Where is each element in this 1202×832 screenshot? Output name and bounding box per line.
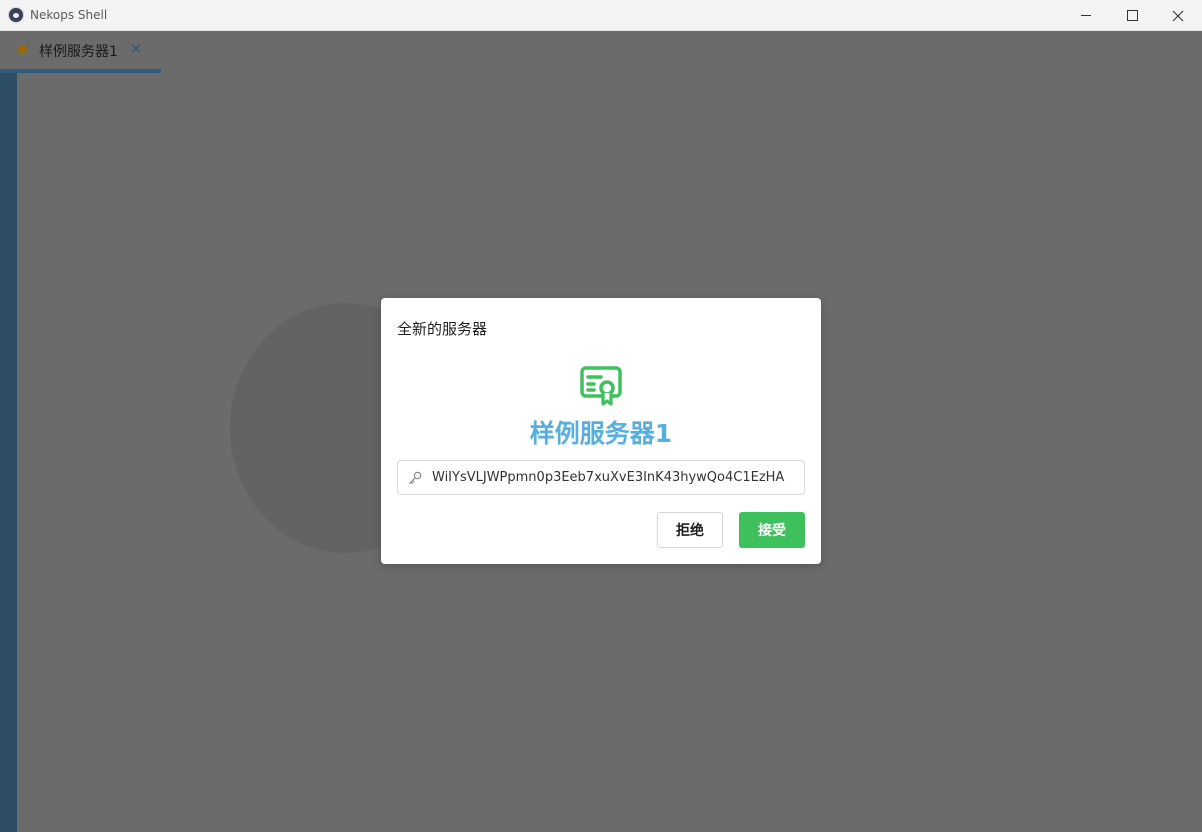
key-icon	[408, 471, 422, 485]
server-name: 样例服务器1	[529, 419, 673, 448]
tab-close-icon[interactable]: ✕	[129, 40, 143, 58]
reject-button[interactable]: 拒绝	[657, 512, 723, 548]
app-logo-icon	[8, 7, 24, 23]
connection-status-dot	[18, 45, 27, 54]
fingerprint-field[interactable]: WiIYsVLJWPpmn0p3Eeb7xuXvE3InK43hywQo4C1E…	[397, 460, 805, 495]
accept-button[interactable]: 接受	[739, 512, 805, 548]
minimize-button[interactable]	[1063, 0, 1109, 31]
maximize-icon	[1126, 10, 1138, 21]
dialog-title: 全新的服务器	[397, 320, 488, 338]
close-icon	[1172, 10, 1184, 21]
tab-label: 样例服务器1	[39, 44, 118, 60]
sidebar-strip	[0, 73, 17, 832]
certificate-icon	[580, 366, 622, 406]
fingerprint-value: WiIYsVLJWPpmn0p3Eeb7xuXvE3InK43hywQo4C1E…	[432, 470, 785, 485]
minimize-icon	[1081, 15, 1091, 16]
window-title: Nekops Shell	[30, 8, 108, 22]
title-bar: Nekops Shell	[0, 0, 1202, 31]
active-tab-indicator	[0, 69, 161, 73]
close-window-button[interactable]	[1155, 0, 1201, 31]
new-server-dialog: 全新的服务器 样例服务器1 WiIYsVLJWPpmn0p3Eeb7xuXvE3…	[381, 298, 821, 564]
tab-server-1[interactable]: 样例服务器1 ✕	[0, 31, 161, 73]
tab-bar: 样例服务器1 ✕	[0, 31, 1202, 73]
maximize-button[interactable]	[1109, 0, 1155, 31]
